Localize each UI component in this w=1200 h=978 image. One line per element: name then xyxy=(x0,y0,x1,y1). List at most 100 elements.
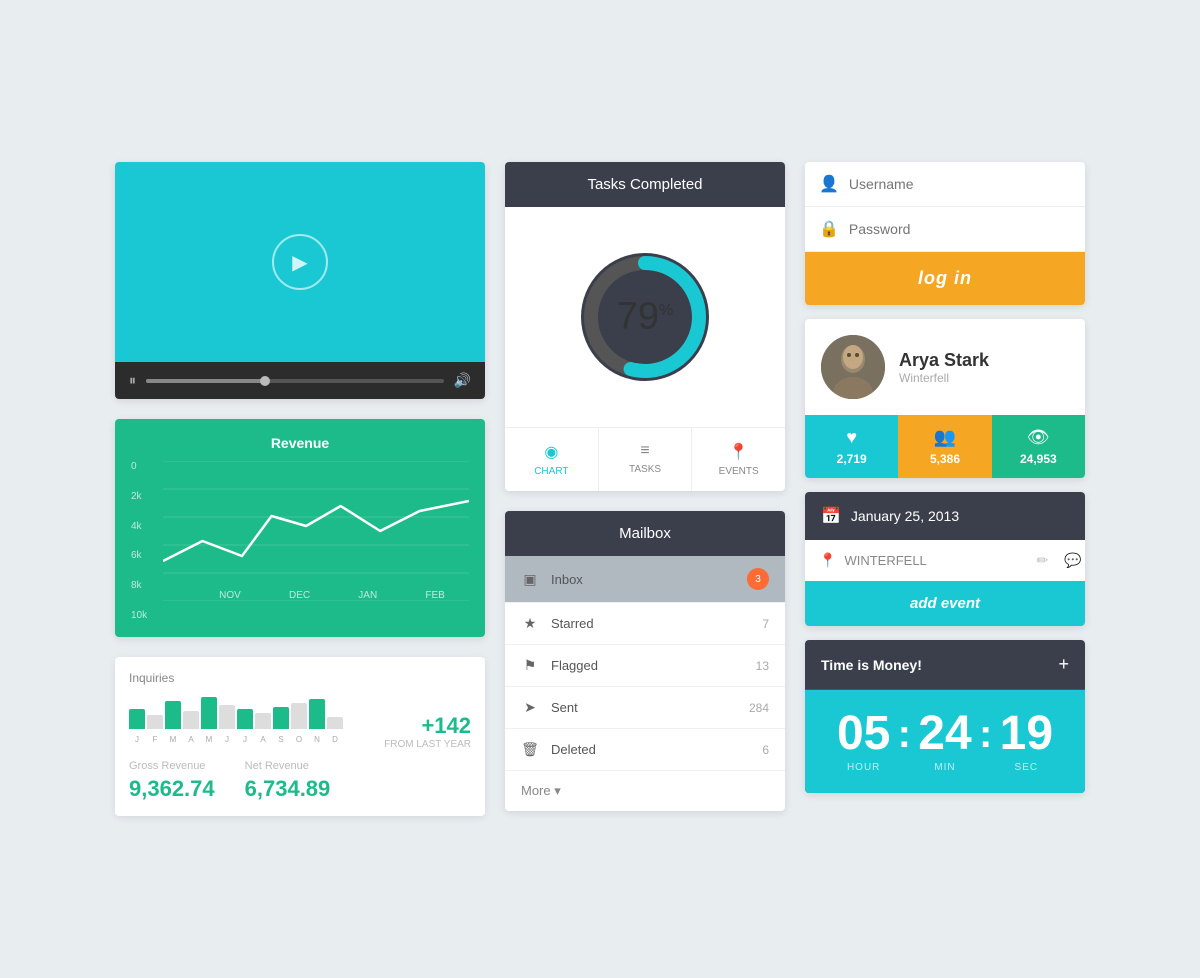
inq-month: N xyxy=(309,735,325,744)
inq-month: D xyxy=(327,735,343,744)
inq-month: F xyxy=(147,735,163,744)
inq-bar xyxy=(165,701,181,729)
net-value: 6,734.89 xyxy=(245,776,331,802)
calendar-icon: 📅 xyxy=(821,506,841,526)
inq-month: A xyxy=(183,735,199,744)
views-icon: 👁 xyxy=(1004,427,1073,448)
revenue-row: Gross Revenue 9,362.74 Net Revenue 6,734… xyxy=(129,760,471,802)
inq-bar xyxy=(255,713,271,729)
password-input[interactable] xyxy=(849,221,1071,237)
mailbox-starred[interactable]: ★ Starred 7 xyxy=(505,603,785,645)
starred-count: 7 xyxy=(762,617,769,631)
x-label-nov: NOV xyxy=(219,590,241,601)
inq-bar xyxy=(147,715,163,729)
tasks-tabs: ◉ CHART ≡ TASKS 📍 EVENTS xyxy=(505,427,785,491)
gross-revenue: Gross Revenue 9,362.74 xyxy=(129,760,215,802)
avatar xyxy=(821,335,885,399)
sent-icon: ➤ xyxy=(521,699,539,716)
followers-count: 5,386 xyxy=(910,452,979,466)
revenue-chart-title: Revenue xyxy=(131,435,469,451)
chart-x-labels: NOV DEC JAN FEB xyxy=(195,590,469,601)
timer-card: Time is Money! + 05 HOUR : 24 MIN : 19 S… xyxy=(805,640,1085,793)
user-icon: 👤 xyxy=(819,174,839,194)
inq-month: J xyxy=(237,735,253,744)
flagged-icon: ⚑ xyxy=(521,657,539,674)
inq-bar xyxy=(219,705,235,729)
add-event-button[interactable]: add event xyxy=(805,581,1085,626)
sent-label: Sent xyxy=(551,700,749,715)
profile-info: Arya Stark Winterfell xyxy=(805,319,1085,415)
timer-colon-1: : xyxy=(898,712,911,771)
donut-chart: 79% xyxy=(565,237,725,397)
x-label-jan: JAN xyxy=(358,590,377,601)
inq-bar xyxy=(273,707,289,729)
inquiries-delta-sub: FROM LAST YEAR xyxy=(384,739,471,750)
play-button[interactable]: ▶ xyxy=(272,234,328,290)
sent-count: 284 xyxy=(749,701,769,715)
lock-icon: 🔒 xyxy=(819,219,839,239)
tab-tasks[interactable]: ≡ TASKS xyxy=(599,428,693,491)
progress-thumb xyxy=(260,376,270,386)
inq-bar xyxy=(237,709,253,729)
pause-button[interactable]: ⏸ xyxy=(129,372,136,389)
stat-followers[interactable]: 👥 5,386 xyxy=(898,415,991,478)
tasks-card: Tasks Completed 79% xyxy=(505,162,785,491)
profile-stats: ♥ 2,719 👥 5,386 👁 24,953 xyxy=(805,415,1085,478)
timer-minutes: 24 MIN xyxy=(915,710,975,773)
inq-month: M xyxy=(201,735,217,744)
y-label-5: 0 xyxy=(131,461,159,472)
donut-container: 79% xyxy=(505,207,785,427)
x-label-feb: FEB xyxy=(425,590,444,601)
mailbox-flagged[interactable]: ⚑ Flagged 13 xyxy=(505,645,785,687)
username-input[interactable] xyxy=(849,176,1071,192)
stat-hearts[interactable]: ♥ 2,719 xyxy=(805,415,898,478)
hours-label: HOUR xyxy=(834,762,894,773)
net-revenue: Net Revenue 6,734.89 xyxy=(245,760,331,802)
mailbox-sent[interactable]: ➤ Sent 284 xyxy=(505,687,785,729)
chart-tab-icon: ◉ xyxy=(513,442,590,462)
timer-add-icon[interactable]: + xyxy=(1058,654,1069,675)
line-chart: 10k 8k 6k 4k 2k 0 xyxy=(131,461,469,621)
mailbox-inbox[interactable]: ▣ Inbox 3 xyxy=(505,556,785,603)
profile-card: Arya Stark Winterfell ♥ 2,719 👥 5,386 👁 … xyxy=(805,319,1085,478)
mailbox-header: Mailbox xyxy=(505,511,785,556)
comment-icon[interactable]: 💬 xyxy=(1064,552,1081,569)
timer-hours: 05 HOUR xyxy=(834,710,894,773)
tasks-header: Tasks Completed xyxy=(505,162,785,207)
y-label-3: 4k xyxy=(131,521,159,532)
tab-chart[interactable]: ◉ CHART xyxy=(505,428,599,491)
tab-events[interactable]: 📍 EVENTS xyxy=(692,428,785,491)
starred-icon: ★ xyxy=(521,615,539,632)
inquiries-label: Inquiries xyxy=(129,671,471,685)
progress-bar[interactable] xyxy=(146,379,444,383)
location-icon: 📍 xyxy=(819,552,836,569)
inbox-badge: 3 xyxy=(747,568,769,590)
username-field-wrap: 👤 xyxy=(805,162,1085,207)
y-label-1: 8k xyxy=(131,580,159,591)
video-player: ▶ ⏸ 🔊 xyxy=(115,162,485,399)
deleted-label: Deleted xyxy=(551,742,762,757)
seconds-value: 19 xyxy=(996,710,1056,758)
video-controls: ⏸ 🔊 xyxy=(115,362,485,399)
chart-svg-area: NOV DEC JAN FEB xyxy=(163,461,469,601)
y-label-0: 10k xyxy=(131,610,159,621)
inq-month: S xyxy=(273,735,289,744)
video-screen: ▶ xyxy=(115,162,485,362)
edit-icon[interactable]: ✏ xyxy=(1036,552,1048,569)
x-label-dec: DEC xyxy=(289,590,310,601)
login-button[interactable]: log in xyxy=(805,252,1085,305)
inq-month: O xyxy=(291,735,307,744)
mailbox-card: Mailbox ▣ Inbox 3 ★ Starred 7 ⚑ Flagged … xyxy=(505,511,785,811)
volume-icon[interactable]: 🔊 xyxy=(454,372,471,389)
stat-views[interactable]: 👁 24,953 xyxy=(992,415,1085,478)
mailbox-deleted[interactable]: 🗑 Deleted 6 xyxy=(505,729,785,771)
profile-text: Arya Stark Winterfell xyxy=(899,350,989,385)
progress-fill xyxy=(146,379,265,383)
profile-location: Winterfell xyxy=(899,371,989,385)
tasks-tab-icon: ≡ xyxy=(607,442,684,460)
event-header: 📅 January 25, 2013 xyxy=(805,492,1085,540)
flagged-count: 13 xyxy=(756,659,769,673)
inq-month: M xyxy=(165,735,181,744)
event-location-input[interactable] xyxy=(844,553,1020,568)
mailbox-more[interactable]: More ▾ xyxy=(505,771,785,811)
